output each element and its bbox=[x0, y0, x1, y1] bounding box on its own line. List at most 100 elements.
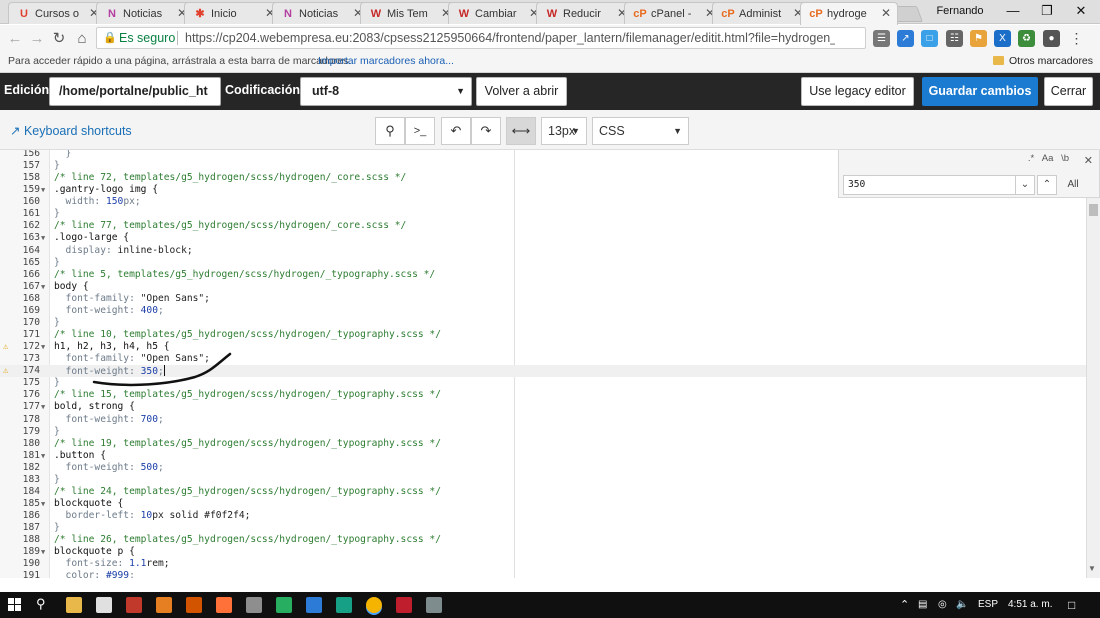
code-line[interactable]: 170} bbox=[0, 317, 1086, 329]
encoding-select[interactable]: utf-8 ▼ bbox=[300, 77, 472, 106]
code-line[interactable]: 162 /* line 77, templates/g5_hydrogen/scs… bbox=[0, 220, 1086, 232]
store-icon[interactable] bbox=[96, 597, 112, 613]
mode-select[interactable]: CSS ▼ bbox=[592, 117, 689, 145]
app-red-icon[interactable] bbox=[126, 597, 142, 613]
undo-icon[interactable]: ↶ bbox=[441, 117, 471, 145]
browser-tab[interactable]: cP hydroge ✕ bbox=[800, 2, 898, 25]
search-icon[interactable]: ⚲ bbox=[36, 596, 46, 612]
browser-tab[interactable]: N Noticias ✕ bbox=[96, 2, 194, 24]
browser-tab[interactable]: U Cursos o ✕ bbox=[8, 2, 106, 24]
code-line[interactable]: 179} bbox=[0, 426, 1086, 438]
code-line[interactable]: 183} bbox=[0, 474, 1086, 486]
extension-green-icon[interactable]: ♻ bbox=[1018, 30, 1035, 47]
browser-tab[interactable]: W Mis Tem ✕ bbox=[360, 2, 458, 24]
search-input[interactable]: 350 bbox=[843, 175, 1021, 195]
menu-kebab-icon[interactable]: ⋮ bbox=[1068, 30, 1085, 47]
code-line[interactable]: 176 /* line 15, templates/g5_hydrogen/scs… bbox=[0, 389, 1086, 401]
code-line[interactable]: 185 ▼ blockquote { bbox=[0, 498, 1086, 510]
app-orange2-icon[interactable] bbox=[186, 597, 202, 613]
omnibox[interactable]: 🔒 Es seguro https://cp204.webempresa.eu:… bbox=[96, 27, 866, 49]
close-icon[interactable]: ✕ bbox=[1084, 154, 1093, 167]
browser-tab[interactable]: ✱ Inicio ✕ bbox=[184, 2, 282, 24]
code-line[interactable]: 188 /* line 26, templates/g5_hydrogen/scs… bbox=[0, 534, 1086, 546]
browser-tab[interactable]: cP cPanel - ✕ bbox=[624, 2, 722, 24]
other-bookmarks[interactable]: Otros marcadores bbox=[993, 52, 1097, 70]
scrollbar-thumb[interactable] bbox=[1089, 204, 1098, 216]
browser-tab[interactable]: W Reducir ✕ bbox=[536, 2, 634, 24]
font-size-select[interactable]: 13px ▼ bbox=[541, 117, 587, 145]
fold-toggle-icon[interactable]: ▼ bbox=[41, 281, 45, 293]
warning-icon[interactable]: ⚠ bbox=[3, 366, 8, 376]
language-indicator[interactable]: ESP bbox=[978, 598, 998, 612]
firefox-icon[interactable] bbox=[216, 597, 232, 613]
close-button[interactable]: Cerrar bbox=[1044, 77, 1093, 106]
regex-toggle[interactable]: .* bbox=[1028, 153, 1034, 164]
browser-tab[interactable]: cP Administ ✕ bbox=[712, 2, 810, 24]
minimize-icon[interactable]: — bbox=[996, 2, 1030, 20]
back-icon[interactable]: ← bbox=[5, 29, 25, 49]
code-line[interactable]: 184 /* line 24, templates/g5_hydrogen/scs… bbox=[0, 486, 1086, 498]
find-previous-icon[interactable]: ⌃ bbox=[1037, 175, 1057, 195]
code-line[interactable]: 161} bbox=[0, 208, 1086, 220]
volume-icon[interactable]: 🔈 bbox=[956, 598, 968, 612]
file-explorer-icon[interactable] bbox=[66, 597, 82, 613]
filezilla-icon[interactable] bbox=[396, 597, 412, 613]
extension-window-icon[interactable]: □ bbox=[921, 30, 938, 47]
fold-toggle-icon[interactable]: ▼ bbox=[41, 341, 45, 353]
code-editor[interactable]: 156 } 157} 158 /* line 72, templates/g5_hyd… bbox=[0, 150, 1100, 578]
extension-blue-icon[interactable]: ↗ bbox=[897, 30, 914, 47]
chrome-icon[interactable] bbox=[366, 597, 382, 613]
code-line[interactable]: 190 font-size: 1.1rem; bbox=[0, 558, 1086, 570]
fold-toggle-icon[interactable]: ▼ bbox=[41, 546, 45, 558]
code-line[interactable]: 164 display: inline-block; bbox=[0, 245, 1086, 257]
terminal-icon[interactable]: >_ bbox=[405, 117, 435, 145]
tab-close-icon[interactable]: ✕ bbox=[881, 6, 891, 20]
chevron-up-icon[interactable]: ⌃ bbox=[900, 598, 909, 612]
app-blue-icon[interactable] bbox=[306, 597, 322, 613]
close-window-icon[interactable]: ✕ bbox=[1064, 2, 1098, 20]
find-all-button[interactable]: All bbox=[1061, 175, 1085, 195]
code-line[interactable]: 178 font-weight: 700; bbox=[0, 414, 1086, 426]
windows-start-icon[interactable] bbox=[8, 598, 22, 612]
code-line[interactable]: 163 ▼ .logo-large { bbox=[0, 232, 1086, 244]
word-toggle[interactable]: \b bbox=[1061, 153, 1069, 164]
url-text[interactable]: https://cp204.webempresa.eu:2083/cpsess2… bbox=[185, 28, 835, 48]
code-line[interactable]: 165} bbox=[0, 257, 1086, 269]
profile-name[interactable]: Fernando bbox=[930, 5, 990, 19]
keyboard-shortcuts-link[interactable]: ↗ Keyboard shortcuts bbox=[10, 123, 132, 138]
browser-tab[interactable]: W Cambiar ✕ bbox=[448, 2, 546, 24]
wrap-toggle-icon[interactable]: ⟷ bbox=[506, 117, 536, 145]
code-line[interactable]: 171 /* line 10, templates/g5_hydrogen/scs… bbox=[0, 329, 1086, 341]
case-toggle[interactable]: Aa bbox=[1042, 153, 1054, 164]
fold-toggle-icon[interactable]: ▼ bbox=[41, 498, 45, 510]
code-line[interactable]: 160 width: 150px; bbox=[0, 196, 1086, 208]
code-line[interactable]: 168 font-family: "Open Sans"; bbox=[0, 293, 1086, 305]
code-line[interactable]: 181 ▼ .button { bbox=[0, 450, 1086, 462]
home-icon[interactable]: ⌂ bbox=[72, 29, 92, 49]
forward-icon[interactable]: → bbox=[27, 29, 47, 49]
fold-toggle-icon[interactable]: ▼ bbox=[41, 184, 45, 196]
browser-tab[interactable]: N Noticias ✕ bbox=[272, 2, 370, 24]
extension-x-icon[interactable]: X bbox=[994, 30, 1011, 47]
code-line[interactable]: 177 ▼ bold, strong { bbox=[0, 401, 1086, 413]
code-line[interactable]: 186 border-left: 10px solid #f0f2f4; bbox=[0, 510, 1086, 522]
save-button[interactable]: Guardar cambios bbox=[922, 77, 1038, 106]
fold-toggle-icon[interactable]: ▼ bbox=[41, 450, 45, 462]
network-icon[interactable]: ▤ bbox=[918, 598, 927, 612]
extension-dark-icon[interactable]: ● bbox=[1043, 30, 1060, 47]
app-paint-icon[interactable] bbox=[426, 597, 442, 613]
vertical-scrollbar[interactable] bbox=[1086, 198, 1100, 578]
redo-icon[interactable]: ↷ bbox=[471, 117, 501, 145]
code-line[interactable]: 180 /* line 19, templates/g5_hydrogen/scs… bbox=[0, 438, 1086, 450]
code-line[interactable]: 187} bbox=[0, 522, 1086, 534]
wifi-icon[interactable]: ◎ bbox=[938, 598, 947, 612]
clock[interactable]: 4:51 a. m. bbox=[1008, 598, 1052, 612]
import-bookmarks-link[interactable]: Importar marcadores ahora... bbox=[318, 52, 454, 70]
code-line[interactable]: 182 font-weight: 500; bbox=[0, 462, 1086, 474]
app-orange-icon[interactable] bbox=[156, 597, 172, 613]
search-icon[interactable]: ⚲ bbox=[375, 117, 405, 145]
legacy-editor-button[interactable]: Use legacy editor bbox=[801, 77, 914, 106]
app-gray-icon[interactable] bbox=[246, 597, 262, 613]
code-line[interactable]: 189 ▼ blockquote p { bbox=[0, 546, 1086, 558]
app-teal-icon[interactable] bbox=[336, 597, 352, 613]
